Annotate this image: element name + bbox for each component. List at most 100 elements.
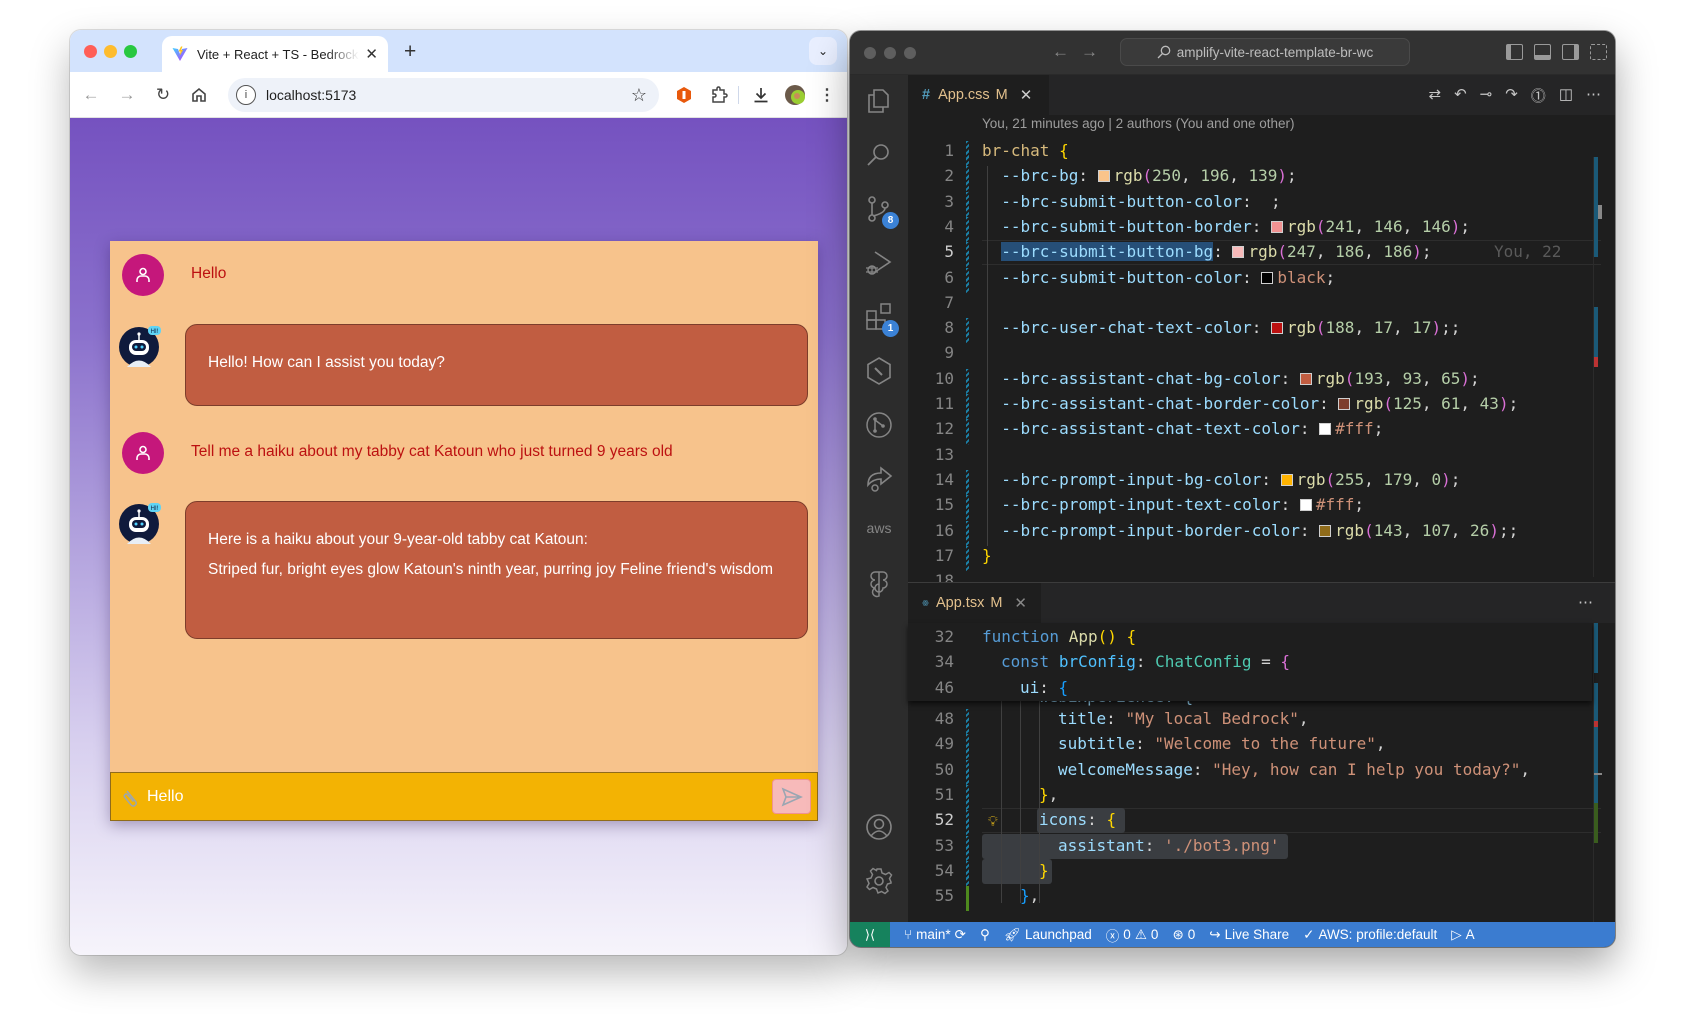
color-swatch[interactable] [1270,322,1283,335]
tab-app-tsx[interactable]: App.tsx M ✕ [908,583,1041,623]
extensions-icon[interactable]: 1 [863,301,899,337]
git-graph-icon[interactable] [863,409,895,441]
git-branch-status[interactable]: ⑂ main* ⟳ [904,927,966,943]
color-swatch[interactable] [1299,499,1312,512]
hexagon-extension-icon[interactable] [863,355,895,387]
remote-indicator-icon[interactable]: ⟩⟨ [850,922,890,947]
timeline-commit-icon[interactable]: ⊸ [1480,85,1493,106]
live-share-icon[interactable] [863,463,895,495]
code-line[interactable]: --brc-prompt-input-border-color: rgb(143… [982,521,1518,540]
ports-status[interactable]: ⊛ 0 [1172,927,1195,943]
git-graph-status-icon[interactable]: ⚲ [980,927,990,943]
code-line[interactable]: assistant: './bot3.png' [1058,836,1280,855]
more-actions-icon[interactable]: ⋯ [1578,593,1593,611]
color-swatch[interactable] [1097,170,1110,183]
toggle-primary-sidebar-icon[interactable] [1506,44,1523,60]
minimize-window-button[interactable] [104,45,117,58]
close-window-button[interactable] [864,47,876,59]
download-icon[interactable] [748,82,774,108]
extension-badge-icon[interactable] [671,82,697,108]
code-line[interactable]: --brc-submit-button-color: ; [982,192,1280,211]
aws-toolkit-icon[interactable]: aws [863,515,895,547]
codelens-blame[interactable]: You, 21 minutes ago | 2 authors (You and… [982,116,1294,131]
url-text[interactable]: localhost:5173 [266,87,356,103]
explorer-files-icon[interactable] [863,85,895,117]
browser-tab-active[interactable]: Vite + React + TS - Bedrock wc ✕ [162,36,388,72]
live-share-status[interactable]: ↪ Live Share [1209,927,1289,943]
maximize-window-button[interactable] [904,47,916,59]
code-line[interactable]: --brc-prompt-input-bg-color: rgb(255, 17… [982,470,1460,489]
overview-ruler[interactable] [1593,623,1602,922]
kebab-menu-icon[interactable]: ⋮ [814,82,840,108]
source-control-icon[interactable]: 8 [863,193,899,229]
color-swatch[interactable] [1319,423,1332,436]
code-line[interactable]: --brc-submit-button-bg: rgb(247, 186, 18… [982,242,1432,262]
problems-status[interactable]: ⓧ 0 ⚠ 0 [1106,925,1159,945]
color-swatch[interactable] [1319,524,1332,537]
sync-icon[interactable]: ⟳ [955,927,966,943]
git-lens-icon[interactable]: ⓵ [1531,85,1546,106]
color-swatch[interactable] [1261,271,1274,284]
back-icon[interactable]: ← [1052,42,1081,61]
code-line[interactable]: }, [1039,785,1058,804]
command-center-search[interactable]: amplify-vite-react-template-br-wc [1120,38,1410,66]
accounts-icon[interactable] [863,811,895,843]
maximize-window-button[interactable] [124,45,137,58]
settings-gear-icon[interactable] [863,865,895,897]
customize-layout-icon[interactable] [1590,44,1607,60]
lightbulb-icon[interactable]: 💡︎ [988,813,998,830]
code-line[interactable]: --brc-submit-button-color: black; [982,268,1335,287]
previous-change-icon[interactable]: ↶ [1454,85,1467,106]
extensions-puzzle-icon[interactable] [706,82,732,108]
code-line[interactable]: --brc-prompt-input-text-color: #fff; [982,495,1364,514]
launchpad-status[interactable]: 🚀︎ Launchpad [1004,927,1092,943]
run-status[interactable]: ▷ A [1451,927,1474,943]
close-tab-icon[interactable]: ✕ [365,45,378,63]
forward-icon[interactable]: → [114,82,140,108]
address-bar[interactable]: i localhost:5173 ☆ [228,78,659,112]
sticky-line[interactable]: function App() { [982,627,1136,646]
code-line[interactable]: }, [1020,886,1039,905]
color-swatch[interactable] [1232,246,1245,259]
code-line[interactable]: } [1039,861,1049,880]
code-line[interactable]: --brc-user-chat-text-color: rgb(188, 17,… [982,318,1460,337]
minimize-window-button[interactable] [884,47,896,59]
forward-icon[interactable]: → [1081,42,1110,61]
color-swatch[interactable] [1338,398,1351,410]
attach-paperclip-icon[interactable] [121,786,143,808]
code-line[interactable]: --brc-submit-button-border: rgb(241, 146… [982,217,1470,236]
code-line[interactable]: welcomeMessage: "Hey, how can I help you… [1058,760,1530,779]
close-tab-icon[interactable]: ✕ [1020,86,1033,104]
search-icon[interactable] [863,139,895,171]
sticky-line[interactable]: ui: { [1020,678,1068,697]
home-icon[interactable] [186,82,212,108]
code-line[interactable]: subtitle: "Welcome to the future", [1058,734,1386,753]
overview-ruler[interactable] [1593,157,1602,577]
tab-app-css[interactable]: # App.css M ✕ [908,75,1049,115]
close-tab-icon[interactable]: ✕ [1014,594,1027,612]
site-info-icon[interactable]: i [236,85,256,105]
send-button[interactable] [772,779,811,814]
more-actions-icon[interactable]: ⋯ [1586,85,1601,106]
code-line[interactable]: br-chat { [982,141,1069,160]
code-line[interactable]: --brc-assistant-chat-border-color: rgb(1… [982,394,1518,413]
bookmark-star-icon[interactable]: ☆ [631,85,647,106]
color-swatch[interactable] [1299,372,1312,385]
new-tab-button[interactable]: + [404,40,416,64]
close-window-button[interactable] [84,45,97,58]
code-line[interactable]: icons: { [1039,810,1116,829]
toggle-panel-icon[interactable] [1534,44,1551,60]
next-change-icon[interactable]: ↷ [1505,85,1518,106]
color-swatch[interactable] [1280,473,1293,486]
code-line[interactable]: --brc-bg: rgb(250, 196, 139); [982,166,1296,185]
code-line[interactable]: --brc-assistant-chat-text-color: #fff; [982,419,1383,438]
figma-icon[interactable] [863,569,895,601]
run-debug-icon[interactable] [863,247,895,279]
code-line[interactable]: } [982,546,992,565]
color-swatch[interactable] [1270,220,1283,233]
code-line[interactable]: --brc-assistant-chat-bg-color: rgb(193, … [982,369,1479,388]
profile-avatar[interactable] [782,82,808,108]
split-editor-icon[interactable]: ◫ [1559,85,1573,106]
sticky-line[interactable]: const brConfig: ChatConfig = { [1001,652,1290,671]
open-changes-icon[interactable]: ⇄ [1428,85,1441,106]
